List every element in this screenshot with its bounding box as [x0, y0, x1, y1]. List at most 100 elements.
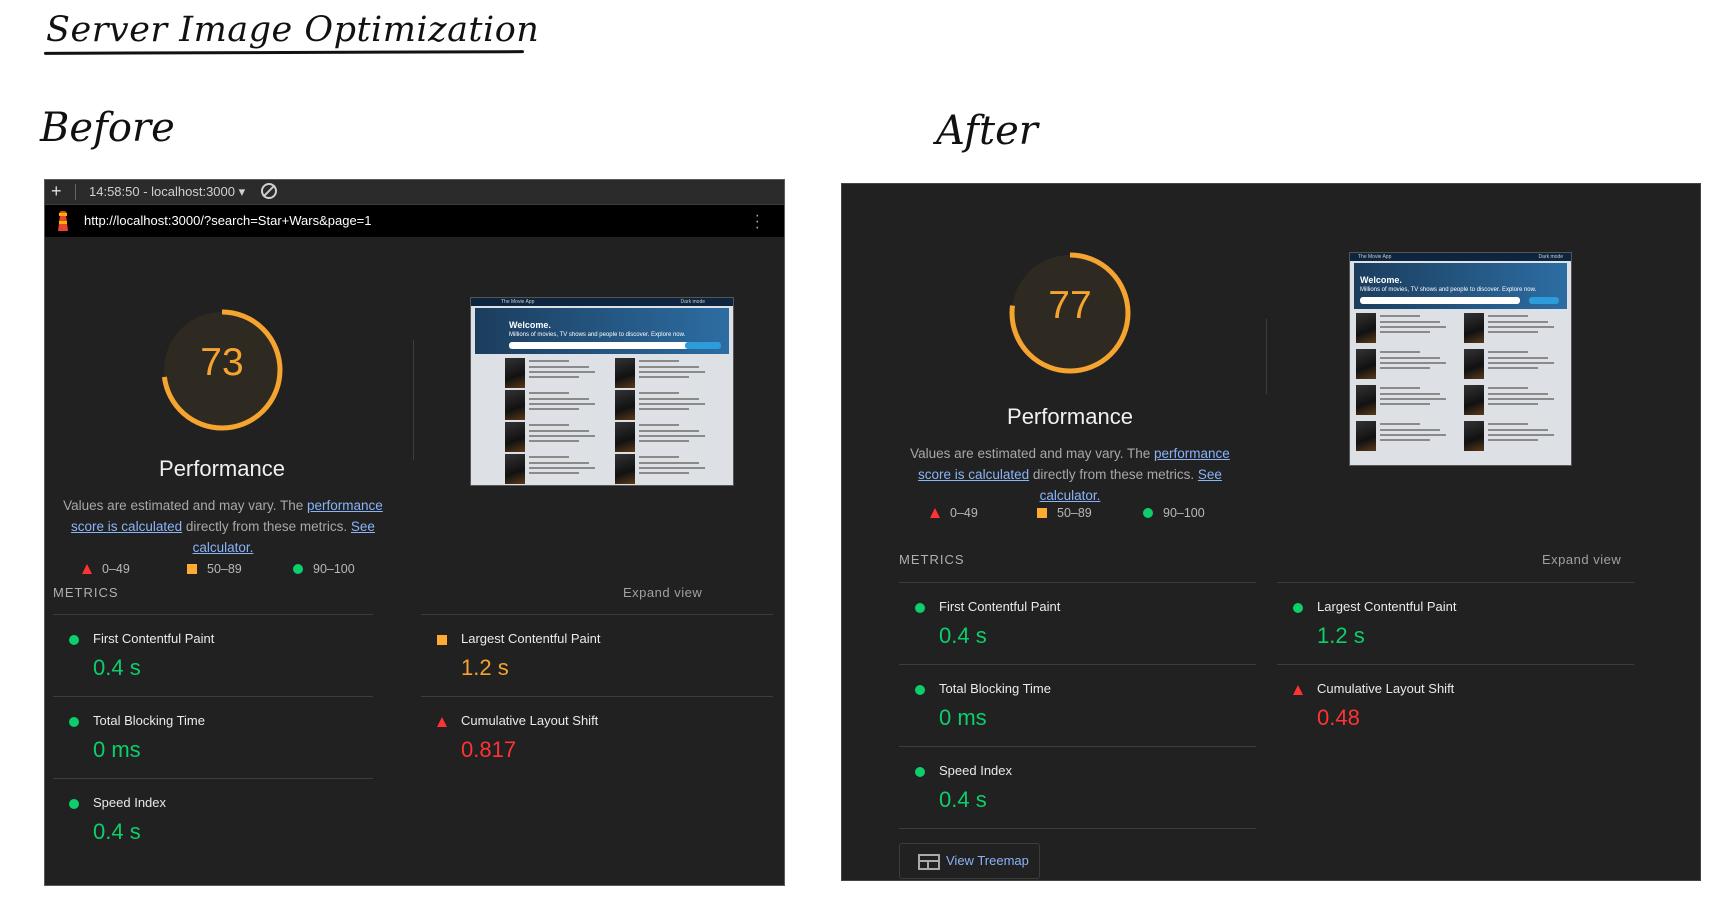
thumb-poster: [1464, 313, 1484, 343]
thumb-movie-card: [1356, 349, 1456, 381]
expand-view-toggle[interactable]: Expand view: [1542, 552, 1621, 567]
thumb-text-line: [639, 456, 679, 458]
thumb-text-line: [1488, 423, 1528, 425]
thumb-text-line: [639, 430, 699, 432]
thumb-text-line: [639, 371, 705, 373]
final-screenshot-thumbnail[interactable]: The Movie App Dark mode Welcome. Million…: [470, 297, 734, 486]
view-treemap-button[interactable]: View Treemap: [899, 843, 1040, 879]
report-selector[interactable]: 14:58:50 - localhost:3000 ▾: [89, 184, 245, 200]
thumb-text-line: [1380, 357, 1440, 359]
legend-pass: 90–100: [1143, 506, 1205, 520]
score-description: Values are estimated and may vary. The p…: [900, 443, 1240, 506]
thumb-hero: Welcome. Millions of movies, TV shows an…: [1354, 263, 1567, 309]
thumb-text-line: [529, 403, 595, 405]
thumb-poster: [615, 358, 635, 388]
score-description: Values are estimated and may vary. The p…: [53, 495, 393, 558]
page-title: Server Image Optimization: [46, 10, 540, 50]
thumb-text-line: [1380, 439, 1430, 441]
new-report-button[interactable]: +: [51, 181, 62, 202]
expand-view-toggle[interactable]: Expand view: [623, 585, 702, 600]
thumb-text-line: [639, 467, 705, 469]
more-options-icon[interactable]: · · ·: [755, 208, 760, 236]
thumb-app-name: The Movie App: [1358, 254, 1392, 260]
thumb-welcome: Welcome.: [509, 320, 551, 330]
metric-label: Cumulative Layout Shift: [461, 713, 599, 728]
thumb-welcome: Welcome.: [1360, 275, 1402, 285]
metric-si: Speed Index 0.4 s: [53, 778, 373, 851]
red-triangle-icon: [930, 508, 940, 518]
thumb-text-line: [1380, 321, 1440, 323]
score-legend: 0–49 50–89 90–100: [82, 562, 402, 578]
thumb-text-line: [529, 430, 589, 432]
metric-label: Largest Contentful Paint: [461, 631, 601, 646]
thumb-poster: [1356, 385, 1376, 415]
thumb-poster: [1464, 421, 1484, 451]
thumb-text-line: [639, 376, 689, 378]
divider: [1266, 319, 1267, 394]
thumb-navbar: The Movie App Dark mode: [471, 298, 733, 306]
thumb-search-button: [685, 342, 721, 349]
after-lighthouse-panel: 77 Performance Values are estimated and …: [841, 183, 1701, 881]
thumb-text-line: [1380, 315, 1420, 317]
thumb-text-line: [529, 456, 569, 458]
green-circle-icon: [1293, 603, 1303, 613]
thumb-poster: [505, 390, 525, 420]
thumb-poster: [505, 422, 525, 452]
thumb-text-line: [1380, 367, 1430, 369]
thumb-movie-card: [1464, 385, 1564, 417]
thumb-text-line: [1380, 398, 1446, 400]
title-underline: [43, 50, 525, 55]
thumb-search-button: [1529, 297, 1559, 304]
thumb-text-line: [1380, 331, 1430, 333]
green-circle-icon: [915, 767, 925, 777]
metric-value: 0.4 s: [93, 819, 141, 844]
metric-tbt: Total Blocking Time 0 ms: [53, 696, 373, 769]
metric-value: 0.48: [1317, 705, 1360, 730]
thumb-text-line: [529, 360, 569, 362]
thumb-text-line: [1488, 403, 1538, 405]
thumb-text-line: [639, 403, 705, 405]
performance-score: 73: [200, 341, 244, 384]
thumb-text-line: [1380, 434, 1446, 436]
green-circle-icon: [1143, 508, 1153, 518]
thumb-text-line: [1488, 362, 1554, 364]
performance-score: 77: [1048, 284, 1092, 327]
metric-fcp: First Contentful Paint 0.4 s: [53, 614, 373, 687]
metric-value: 0.4 s: [939, 787, 987, 812]
thumb-text-line: [529, 366, 589, 368]
metric-value: 0 ms: [93, 737, 141, 762]
before-lighthouse-panel: + 14:58:50 - localhost:3000 ▾ http://loc…: [44, 179, 785, 886]
red-triangle-icon: [437, 717, 447, 727]
thumb-poster: [615, 422, 635, 452]
thumb-text-line: [529, 472, 579, 474]
metric-value: 1.2 s: [461, 655, 509, 680]
score-legend: 0–49 50–89 90–100: [930, 506, 1250, 522]
thumb-text-line: [1380, 429, 1440, 431]
thumb-text-line: [639, 472, 689, 474]
thumb-text-line: [529, 440, 579, 442]
description-text: directly from these metrics.: [1029, 467, 1198, 482]
thumb-text-line: [529, 392, 569, 394]
thumb-poster: [1356, 421, 1376, 451]
thumb-text-line: [1488, 429, 1548, 431]
legend-fail: 0–49: [930, 506, 978, 520]
thumb-movie-card: [1464, 313, 1564, 345]
description-text: Values are estimated and may vary. The: [63, 498, 308, 513]
green-circle-icon: [69, 635, 79, 645]
thumb-navbar: The Movie App Dark mode: [1350, 253, 1571, 261]
legend-label: 50–89: [207, 562, 242, 576]
thumb-movie-card: [615, 390, 715, 422]
thumb-movie-card: [505, 390, 605, 422]
legend-label: 0–49: [102, 562, 130, 576]
legend-label: 90–100: [1163, 506, 1205, 520]
final-screenshot-thumbnail[interactable]: The Movie App Dark mode Welcome. Million…: [1349, 252, 1572, 466]
thumb-text-line: [1380, 351, 1420, 353]
devtools-toolbar: + 14:58:50 - localhost:3000 ▾: [45, 180, 784, 205]
clear-icon[interactable]: [261, 183, 277, 199]
before-label: Before: [40, 105, 175, 151]
lighthouse-icon: [58, 211, 68, 231]
thumb-text-line: [639, 366, 699, 368]
thumb-hero: Welcome. Millions of movies, TV shows an…: [475, 308, 729, 354]
thumb-movie-card: [615, 454, 715, 485]
thumb-text-line: [639, 424, 679, 426]
